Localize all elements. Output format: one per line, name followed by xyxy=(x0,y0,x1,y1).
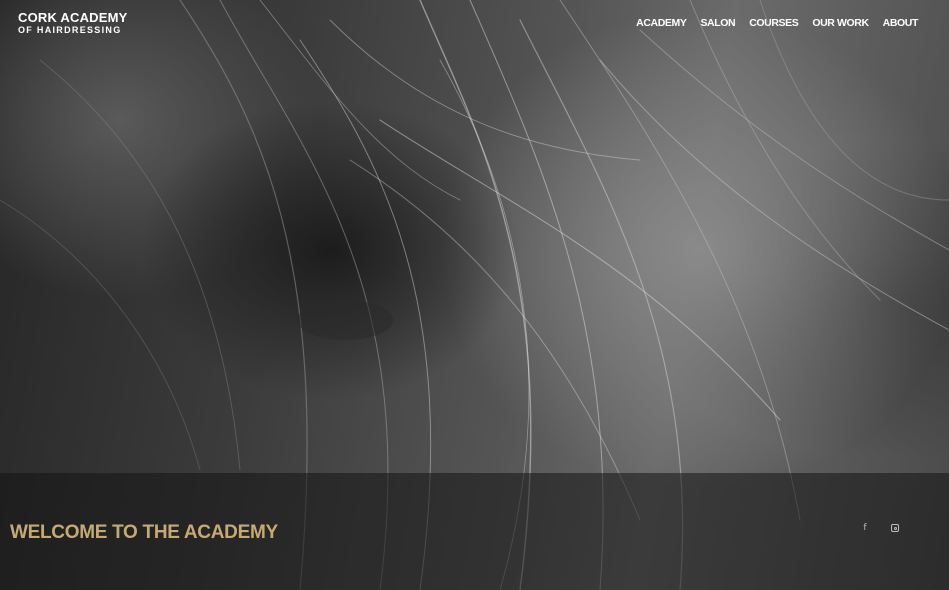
social-links: f xyxy=(861,523,899,533)
nav-item-salon[interactable]: SALON xyxy=(700,17,735,29)
nav-item-academy[interactable]: ACADEMY xyxy=(636,17,687,29)
nav-item-our-work[interactable]: OUR WORK xyxy=(812,17,869,29)
nav-item-courses[interactable]: COURSES xyxy=(749,17,799,29)
main-nav: ACADEMY SALON COURSES OUR WORK ABOUT xyxy=(636,17,918,29)
logo-subtitle: OF HAIRDRESSING xyxy=(18,25,122,35)
logo[interactable]: CORK ACADEMY OF HAIRDRESSING xyxy=(18,11,128,35)
logo-title: CORK ACADEMY xyxy=(18,10,128,25)
facebook-icon[interactable]: f xyxy=(861,523,869,533)
page: CORK ACADEMY OF HAIRDRESSING ACADEMY SAL… xyxy=(0,0,949,590)
instagram-icon[interactable] xyxy=(891,524,899,532)
welcome-heading: WELCOME TO THE ACADEMY xyxy=(10,522,278,543)
nav-item-about[interactable]: ABOUT xyxy=(883,17,919,29)
